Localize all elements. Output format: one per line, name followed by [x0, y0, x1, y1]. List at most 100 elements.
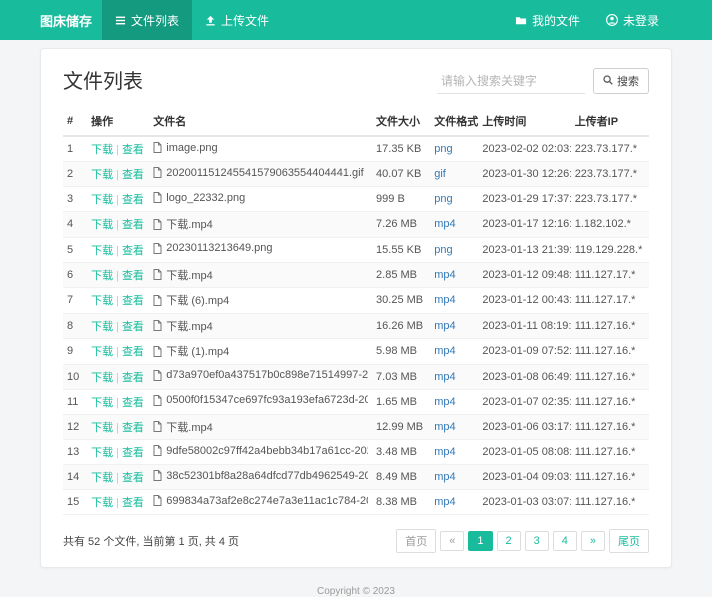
brand-title[interactable]: 图床储存 [40, 0, 92, 40]
download-link[interactable]: 下载 [91, 219, 113, 231]
download-link[interactable]: 下载 [91, 372, 113, 384]
pagination-page-button[interactable]: 1 [468, 531, 492, 551]
view-link[interactable]: 查看 [122, 169, 144, 181]
format-link[interactable]: png [434, 193, 452, 205]
view-link[interactable]: 查看 [122, 422, 144, 434]
format-link[interactable]: mp4 [434, 496, 455, 508]
download-link[interactable]: 下载 [91, 144, 113, 156]
upload-icon [205, 15, 216, 26]
format-link[interactable]: mp4 [434, 396, 455, 408]
format-link[interactable]: mp4 [434, 218, 455, 230]
view-link[interactable]: 查看 [122, 219, 144, 231]
file-icon [153, 395, 162, 406]
pagination-prev-button[interactable]: « [440, 531, 464, 551]
view-link[interactable]: 查看 [122, 472, 144, 484]
view-link[interactable]: 查看 [122, 397, 144, 409]
format-link[interactable]: mp4 [434, 371, 455, 383]
file-icon [153, 495, 162, 506]
col-header-size: 文件大小 [372, 107, 430, 136]
download-link[interactable]: 下载 [91, 472, 113, 484]
row-filename-cell: 699834a73af2e8c274e7a3e11ac1c784-2023-01… [149, 490, 372, 515]
download-link[interactable]: 下载 [91, 422, 113, 434]
row-uploader-ip: 119.129.228.* [571, 237, 649, 262]
user-icon [606, 14, 618, 26]
view-link[interactable]: 查看 [122, 194, 144, 206]
format-link[interactable]: gif [434, 168, 446, 180]
format-link[interactable]: mp4 [434, 269, 455, 281]
view-link[interactable]: 查看 [122, 321, 144, 333]
file-name: 下载.mp4 [166, 267, 212, 283]
row-filename-cell: 202001151245541579063554404441.gif [149, 162, 372, 187]
download-link[interactable]: 下载 [91, 194, 113, 206]
table-row: 12 下载|查看 下载.mp4 12.99 MB mp4 2023-01-06 … [63, 414, 649, 440]
row-uploader-ip: 111.127.17.* [571, 288, 649, 314]
view-link[interactable]: 查看 [122, 144, 144, 156]
row-upload-time: 2023-01-08 06:49:40 [478, 364, 570, 389]
row-format-cell: mp4 [430, 414, 478, 440]
row-size: 12.99 MB [372, 414, 430, 440]
pagination-pages: 1234 [464, 531, 577, 551]
row-size: 999 B [372, 187, 430, 212]
pagination-page-button[interactable]: 2 [497, 531, 521, 551]
row-index: 6 [63, 262, 87, 288]
row-index: 13 [63, 440, 87, 465]
nav-item-login-status[interactable]: 未登录 [593, 0, 672, 40]
format-link[interactable]: mp4 [434, 446, 455, 458]
nav-item-upload[interactable]: 上传文件 [192, 0, 282, 40]
format-link[interactable]: png [434, 143, 452, 155]
row-format-cell: mp4 [430, 339, 478, 365]
download-link[interactable]: 下载 [91, 169, 113, 181]
row-format-cell: png [430, 187, 478, 212]
col-header-action: 操作 [87, 107, 149, 136]
row-upload-time: 2023-01-17 12:16:28 [478, 212, 570, 238]
view-link[interactable]: 查看 [122, 447, 144, 459]
format-link[interactable]: mp4 [434, 345, 455, 357]
format-link[interactable]: mp4 [434, 294, 455, 306]
table-row: 5 下载|查看 20230113213649.png 15.55 KB png … [63, 237, 649, 262]
action-separator: | [116, 472, 119, 484]
row-format-cell: gif [430, 162, 478, 187]
file-name: 20230113213649.png [166, 242, 272, 254]
nav-item-my-files[interactable]: 我的文件 [502, 0, 593, 40]
pagination-first-button[interactable]: 首页 [396, 529, 436, 553]
view-link[interactable]: 查看 [122, 270, 144, 282]
nav-item-file-list[interactable]: 文件列表 [102, 0, 192, 40]
pagination-last-button[interactable]: 尾页 [609, 529, 649, 553]
download-link[interactable]: 下载 [91, 397, 113, 409]
row-size: 5.98 MB [372, 339, 430, 365]
table-row: 11 下载|查看 0500f0f15347ce697fc93a193efa672… [63, 389, 649, 414]
download-link[interactable]: 下载 [91, 497, 113, 509]
row-format-cell: mp4 [430, 465, 478, 490]
format-link[interactable]: mp4 [434, 471, 455, 483]
row-actions: 下载|查看 [87, 162, 149, 187]
pagination-next-button[interactable]: » [581, 531, 605, 551]
table-row: 3 下载|查看 logo_22332.png 999 B png 2023-01… [63, 187, 649, 212]
view-link[interactable]: 查看 [122, 245, 144, 257]
row-actions: 下载|查看 [87, 364, 149, 389]
view-link[interactable]: 查看 [122, 346, 144, 358]
format-link[interactable]: mp4 [434, 320, 455, 332]
file-name: logo_22332.png [166, 192, 245, 204]
view-link[interactable]: 查看 [122, 295, 144, 307]
download-link[interactable]: 下载 [91, 295, 113, 307]
row-uploader-ip: 111.127.16.* [571, 313, 649, 339]
download-link[interactable]: 下载 [91, 245, 113, 257]
search-input[interactable] [437, 69, 585, 94]
search-area: 搜索 [437, 68, 649, 94]
search-button[interactable]: 搜索 [593, 68, 649, 94]
pagination-page-button[interactable]: 4 [553, 531, 577, 551]
top-navbar: 图床储存 文件列表 上传文件 我的文件 未登录 [0, 0, 712, 40]
pagination-page-button[interactable]: 3 [525, 531, 549, 551]
download-link[interactable]: 下载 [91, 346, 113, 358]
download-link[interactable]: 下载 [91, 447, 113, 459]
download-link[interactable]: 下载 [91, 321, 113, 333]
table-row: 13 下载|查看 9dfe58002c97ff42a4bebb34b17a61c… [63, 440, 649, 465]
view-link[interactable]: 查看 [122, 372, 144, 384]
action-separator: | [116, 194, 119, 206]
format-link[interactable]: mp4 [434, 421, 455, 433]
row-filename-cell: 下载.mp4 [149, 414, 372, 440]
format-link[interactable]: png [434, 244, 452, 256]
download-link[interactable]: 下载 [91, 270, 113, 282]
view-link[interactable]: 查看 [122, 497, 144, 509]
nav-item-label: 我的文件 [532, 12, 580, 29]
